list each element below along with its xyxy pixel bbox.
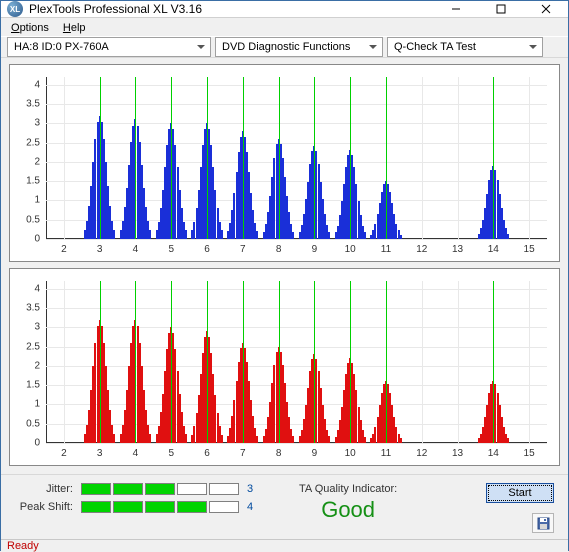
meter-segment — [177, 501, 207, 513]
meter-segment — [145, 483, 175, 495]
ta-quality-label: TA Quality Indicator: — [299, 483, 397, 495]
jitter-value: 3 — [247, 483, 259, 495]
ta-quality-value: Good — [321, 497, 375, 523]
meter-segment — [81, 501, 111, 513]
peak-row: Peak Shift: 4 — [15, 501, 259, 513]
meter-segment — [81, 483, 111, 495]
category-select-value: DVD Diagnostic Functions — [222, 41, 350, 53]
chart-bottom: 00.511.522.533.54 23456789101112131415 — [9, 268, 560, 466]
toolbar: HA:8 ID:0 PX-760A DVD Diagnostic Functio… — [1, 36, 568, 58]
peak-value: 4 — [247, 501, 259, 513]
start-button[interactable]: Start — [486, 483, 554, 503]
meters: Jitter: 3 Peak Shift: 4 — [15, 483, 259, 513]
status-text: Ready — [7, 540, 39, 552]
yaxis: 00.511.522.533.54 — [10, 77, 44, 239]
titlebar: XL PlexTools Professional XL V3.16 — [1, 1, 568, 18]
test-select-value: Q-Check TA Test — [394, 41, 476, 53]
chart-top: 00.511.522.533.54 23456789101112131415 — [9, 64, 560, 262]
jitter-row: Jitter: 3 — [15, 483, 259, 495]
peak-boxes — [81, 501, 239, 513]
plot — [46, 281, 547, 443]
chart-area: 00.511.522.533.54 23456789101112131415 0… — [1, 58, 568, 474]
test-select[interactable]: Q-Check TA Test — [387, 37, 543, 57]
app-icon: XL — [7, 1, 23, 17]
meter-segment — [145, 501, 175, 513]
meter-segment — [113, 501, 143, 513]
meter-segment — [209, 501, 239, 513]
ta-quality: TA Quality Indicator: Good — [299, 483, 397, 523]
peak-label: Peak Shift: — [15, 501, 73, 513]
jitter-label: Jitter: — [15, 483, 73, 495]
yaxis: 00.511.522.533.54 — [10, 281, 44, 443]
jitter-boxes — [81, 483, 239, 495]
window-title: PlexTools Professional XL V3.16 — [29, 2, 433, 16]
category-select[interactable]: DVD Diagnostic Functions — [215, 37, 383, 57]
floppy-icon — [537, 517, 550, 530]
plot — [46, 77, 547, 239]
meter-segment — [209, 483, 239, 495]
menubar: Options Help — [1, 18, 568, 36]
menu-help[interactable]: Help — [57, 18, 92, 36]
close-button[interactable] — [523, 1, 568, 17]
save-icon-button[interactable] — [532, 513, 554, 533]
minimize-button[interactable] — [433, 1, 478, 17]
menu-options[interactable]: Options — [5, 18, 55, 36]
maximize-button[interactable] — [478, 1, 523, 17]
drive-select[interactable]: HA:8 ID:0 PX-760A — [7, 37, 211, 57]
statusbar: Ready — [1, 539, 568, 552]
meter-segment — [113, 483, 143, 495]
drive-select-value: HA:8 ID:0 PX-760A — [14, 41, 109, 53]
bottom-panel: Jitter: 3 Peak Shift: 4 TA Quality Indic… — [1, 474, 568, 539]
xaxis: 23456789101112131415 — [46, 445, 547, 465]
xaxis: 23456789101112131415 — [46, 241, 547, 261]
meter-segment — [177, 483, 207, 495]
